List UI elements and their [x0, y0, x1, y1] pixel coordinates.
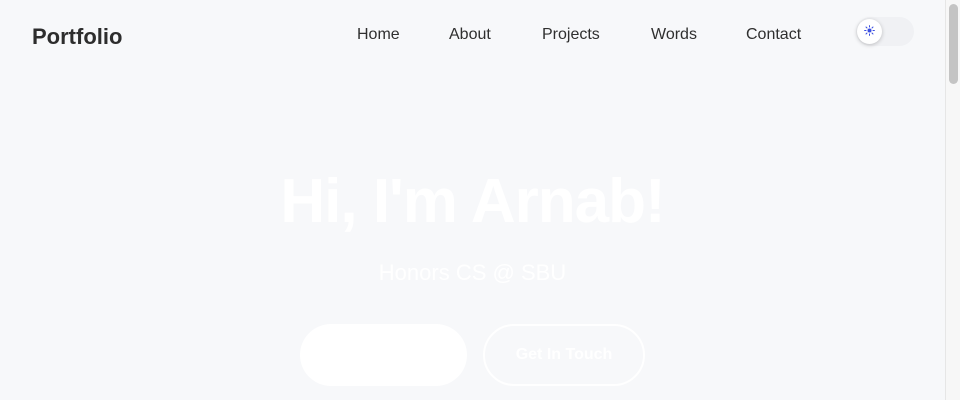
scrollbar-thumb[interactable] — [949, 4, 958, 84]
get-in-touch-button[interactable]: Get In Touch — [483, 324, 645, 386]
vertical-scrollbar[interactable] — [945, 0, 960, 400]
hero-title: Hi, I'm Arnab! — [280, 167, 665, 236]
hero-primary-button[interactable] — [300, 324, 467, 386]
hero-section: Hi, I'm Arnab! Honors CS @ SBU Get In To… — [0, 0, 945, 400]
hero-subtitle: Honors CS @ SBU — [378, 260, 567, 285]
